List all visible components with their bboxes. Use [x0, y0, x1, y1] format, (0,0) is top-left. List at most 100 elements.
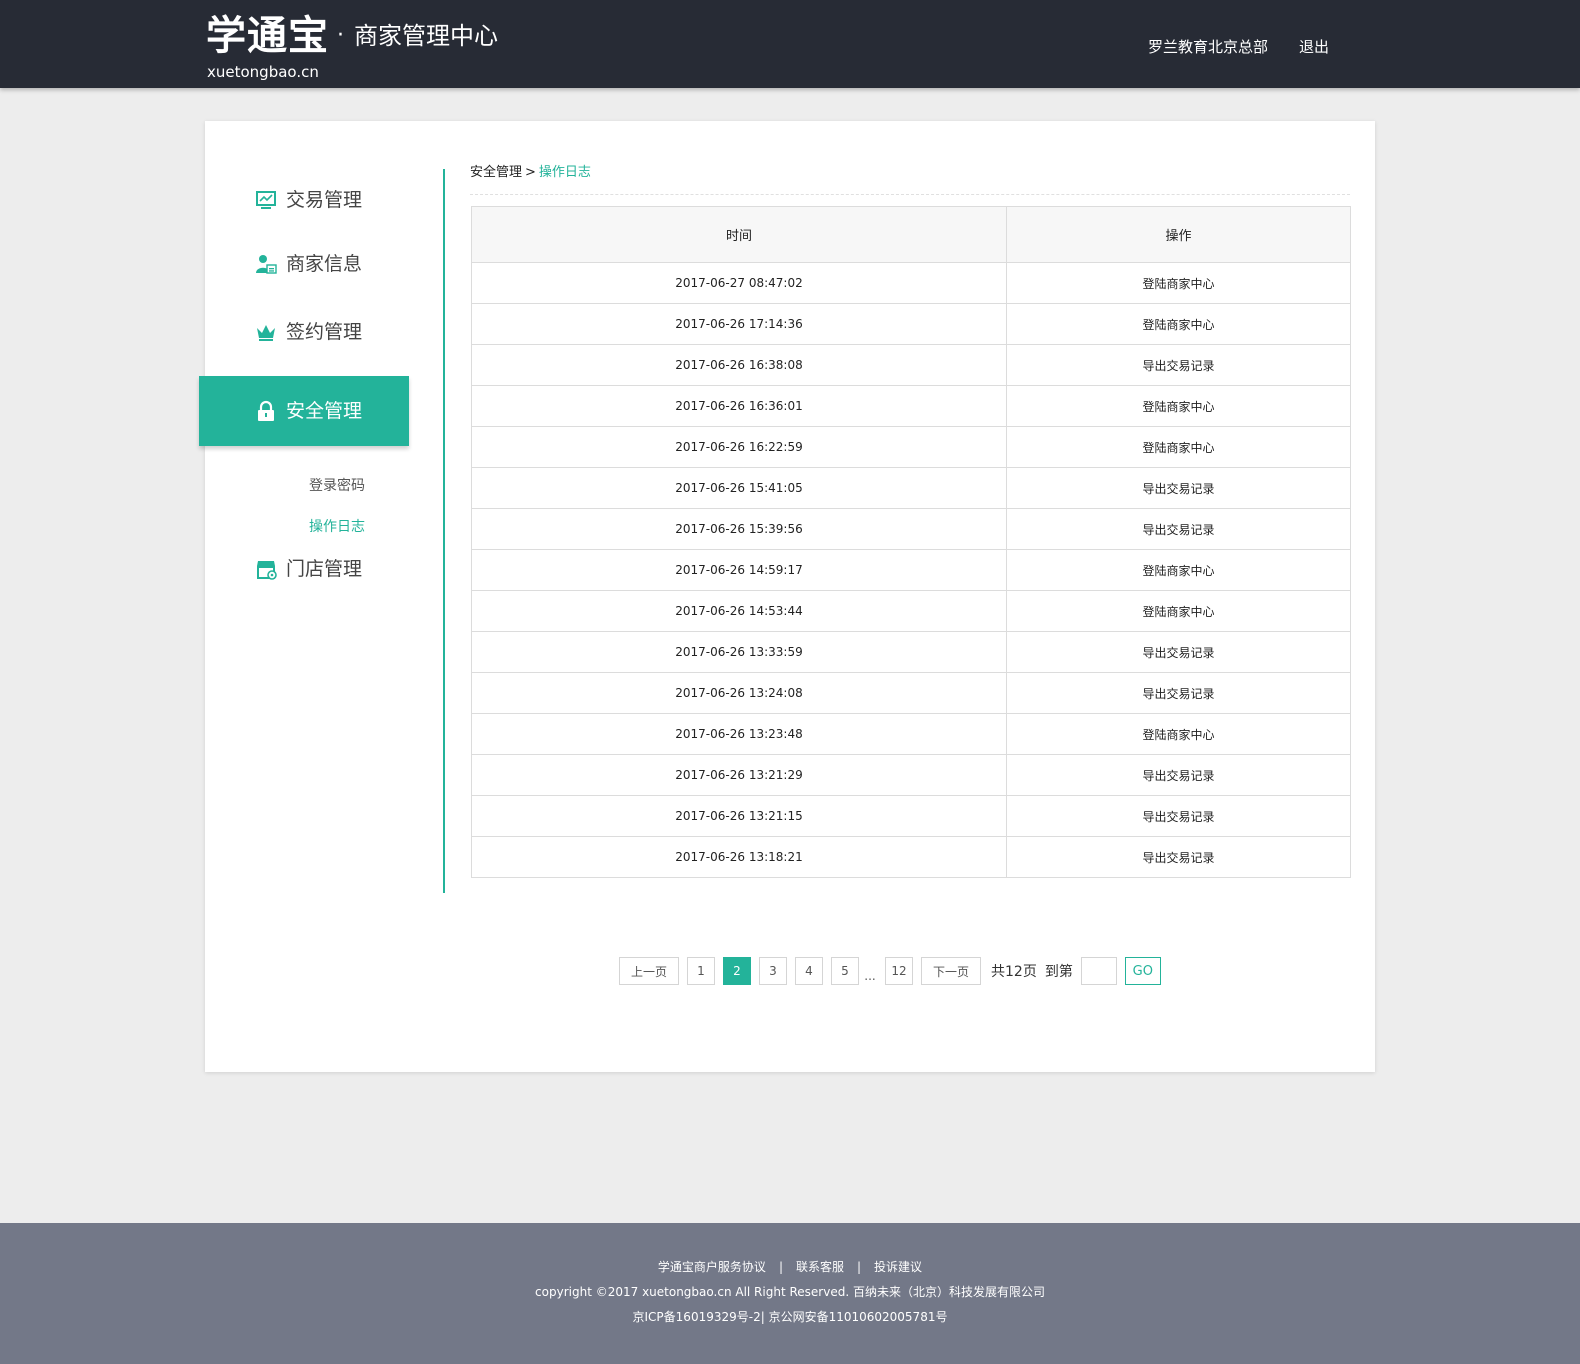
sidebar-item-label: 门店管理	[286, 558, 363, 580]
log-time-cell: 2017-06-26 13:21:15	[471, 795, 1007, 837]
crown-icon	[257, 325, 275, 341]
footer-copyright: copyright ©2017 xuetongbao.cn All Right …	[535, 1285, 1045, 1299]
sidebar-item-merchant-info[interactable]: 商家信息	[205, 229, 415, 299]
sidebar-item-contracts[interactable]: 签约管理	[205, 297, 415, 367]
log-time-cell: 2017-06-26 15:39:56	[471, 508, 1007, 550]
footer-icp: 京ICP备16019329号-2| 京公网安备11010602005781号	[632, 1310, 948, 1324]
sidebar-item-transactions[interactable]: 交易管理	[205, 165, 415, 235]
page-button-1[interactable]: 1	[687, 957, 715, 985]
log-time-cell: 2017-06-26 13:24:08	[471, 672, 1007, 714]
table-row: 2017-06-26 16:36:01 登陆商家中心	[471, 385, 1351, 427]
operation-log-table: 时间 操作 2017-06-27 08:47:02 登陆商家中心 2017-06-2…	[471, 206, 1351, 878]
go-button[interactable]: GO	[1124, 957, 1161, 985]
log-time-cell: 2017-06-26 13:18:21	[471, 836, 1007, 878]
breadcrumb-divider	[470, 194, 1350, 195]
log-time-cell: 2017-06-26 13:21:29	[471, 754, 1007, 796]
table-row: 2017-06-26 14:53:44 登陆商家中心	[471, 590, 1351, 632]
table-row: 2017-06-26 14:59:17 登陆商家中心	[471, 549, 1351, 591]
column-header-action: 操作	[1006, 206, 1351, 263]
page-button-2-current[interactable]: 2	[723, 957, 751, 985]
page-button-3[interactable]: 3	[759, 957, 787, 985]
log-time-cell: 2017-06-26 17:14:36	[471, 303, 1007, 345]
log-action-cell: 登陆商家中心	[1006, 262, 1351, 304]
log-action-cell: 登陆商家中心	[1006, 549, 1351, 591]
log-action-cell: 导出交易记录	[1006, 836, 1351, 878]
prev-page-button[interactable]: 上一页	[619, 957, 679, 985]
table-row: 2017-06-26 16:38:08 导出交易记录	[471, 344, 1351, 386]
log-action-cell: 登陆商家中心	[1006, 713, 1351, 755]
log-time-cell: 2017-06-26 13:33:59	[471, 631, 1007, 673]
next-page-button[interactable]: 下一页	[921, 957, 981, 985]
log-action-cell: 登陆商家中心	[1006, 385, 1351, 427]
footer: 学通宝商户服务协议 | 联系客服 | 投诉建议 copyright ©2017 xuet…	[0, 1223, 1580, 1364]
top-header: 学通宝 · 商家管理中心 xuetongbao.cn 罗兰教育北京总部 退出	[0, 0, 1580, 88]
logo-wordmark[interactable]: 学通宝	[206, 10, 329, 62]
breadcrumb-parent[interactable]: 安全管理	[470, 165, 522, 180]
footer-link-contact-support[interactable]: 联系客服	[796, 1260, 844, 1274]
log-action-cell: 导出交易记录	[1006, 631, 1351, 673]
log-time-cell: 2017-06-26 16:22:59	[471, 426, 1007, 468]
sidebar-item-security[interactable]: 安全管理	[199, 376, 409, 446]
store-icon	[257, 561, 277, 580]
log-action-cell: 导出交易记录	[1006, 344, 1351, 386]
log-time-cell: 2017-06-26 15:41:05	[471, 467, 1007, 509]
lock-icon	[258, 400, 274, 421]
goto-page-label: 到第	[1044, 964, 1073, 980]
total-pages-label: 共12页	[991, 964, 1037, 980]
log-time-cell: 2017-06-26 16:38:08	[471, 344, 1007, 386]
logo-separator-dot: ·	[337, 23, 344, 48]
pagination-ellipsis: ...	[864, 969, 876, 983]
table-row: 2017-06-26 17:14:36 登陆商家中心	[471, 303, 1351, 345]
user-card-icon	[256, 255, 277, 274]
organization-name: 罗兰教育北京总部	[1148, 38, 1269, 56]
log-action-cell: 登陆商家中心	[1006, 426, 1351, 468]
page-button-4[interactable]: 4	[795, 957, 823, 985]
sidebar-item-label: 安全管理	[286, 400, 363, 422]
footer-link-service-agreement[interactable]: 学通宝商户服务协议	[658, 1260, 766, 1274]
table-row: 2017-06-26 15:41:05 导出交易记录	[471, 467, 1351, 509]
table-body: 2017-06-27 08:47:02 登陆商家中心 2017-06-26 17:1…	[471, 262, 1351, 878]
sidebar-divider	[443, 169, 445, 893]
table-row: 2017-06-26 13:33:59 导出交易记录	[471, 631, 1351, 673]
table-row: 2017-06-26 13:24:08 导出交易记录	[471, 672, 1351, 714]
footer-link-complaints[interactable]: 投诉建议	[874, 1260, 922, 1274]
log-time-cell: 2017-06-27 08:47:02	[471, 262, 1007, 304]
sidebar-item-label: 交易管理	[286, 189, 363, 211]
footer-link-separator: |	[857, 1260, 862, 1274]
logo-domain: xuetongbao.cn	[207, 63, 319, 81]
logout-link[interactable]: 退出	[1299, 37, 1329, 57]
sidebar-subitem-login-password[interactable]: 登录密码	[277, 476, 397, 496]
table-row: 2017-06-26 13:18:21 导出交易记录	[471, 836, 1351, 878]
breadcrumb-current: 操作日志	[538, 165, 591, 180]
table-row: 2017-06-26 13:23:48 登陆商家中心	[471, 713, 1351, 755]
log-time-cell: 2017-06-26 14:59:17	[471, 549, 1007, 591]
breadcrumb: 安全管理 > 操作日志	[470, 164, 591, 182]
monitor-chart-icon	[256, 191, 276, 209]
log-action-cell: 导出交易记录	[1006, 508, 1351, 550]
table-row: 2017-06-26 13:21:29 导出交易记录	[471, 754, 1351, 796]
table-row: 2017-06-26 16:22:59 登陆商家中心	[471, 426, 1351, 468]
log-action-cell: 登陆商家中心	[1006, 303, 1351, 345]
log-action-cell: 登陆商家中心	[1006, 590, 1351, 632]
column-header-time: 时间	[471, 206, 1007, 263]
sidebar-item-stores[interactable]: 门店管理	[205, 534, 415, 604]
log-time-cell: 2017-06-26 16:36:01	[471, 385, 1007, 427]
log-action-cell: 导出交易记录	[1006, 754, 1351, 796]
pagination: 上一页 1 2 3 4 5 ... 12 下一页 共12页 到第 GO	[619, 956, 1161, 986]
log-time-cell: 2017-06-26 14:53:44	[471, 590, 1007, 632]
sidebar-item-label: 签约管理	[286, 321, 363, 343]
footer-links: 学通宝商户服务协议 | 联系客服 | 投诉建议	[0, 1258, 1580, 1276]
sidebar-item-label: 商家信息	[286, 253, 363, 275]
table-row: 2017-06-26 15:39:56 导出交易记录	[471, 508, 1351, 550]
log-action-cell: 导出交易记录	[1006, 672, 1351, 714]
logo-subtitle: 商家管理中心	[354, 22, 498, 50]
page-button-5[interactable]: 5	[831, 957, 859, 985]
goto-page-input[interactable]	[1080, 957, 1117, 985]
log-action-cell: 导出交易记录	[1006, 795, 1351, 837]
log-time-cell: 2017-06-26 13:23:48	[471, 713, 1007, 755]
page-button-last[interactable]: 12	[885, 957, 913, 985]
table-header-row: 时间 操作	[471, 206, 1351, 263]
breadcrumb-separator: >	[525, 165, 536, 180]
table-row: 2017-06-27 08:47:02 登陆商家中心	[471, 262, 1351, 304]
footer-link-separator: |	[778, 1260, 783, 1274]
